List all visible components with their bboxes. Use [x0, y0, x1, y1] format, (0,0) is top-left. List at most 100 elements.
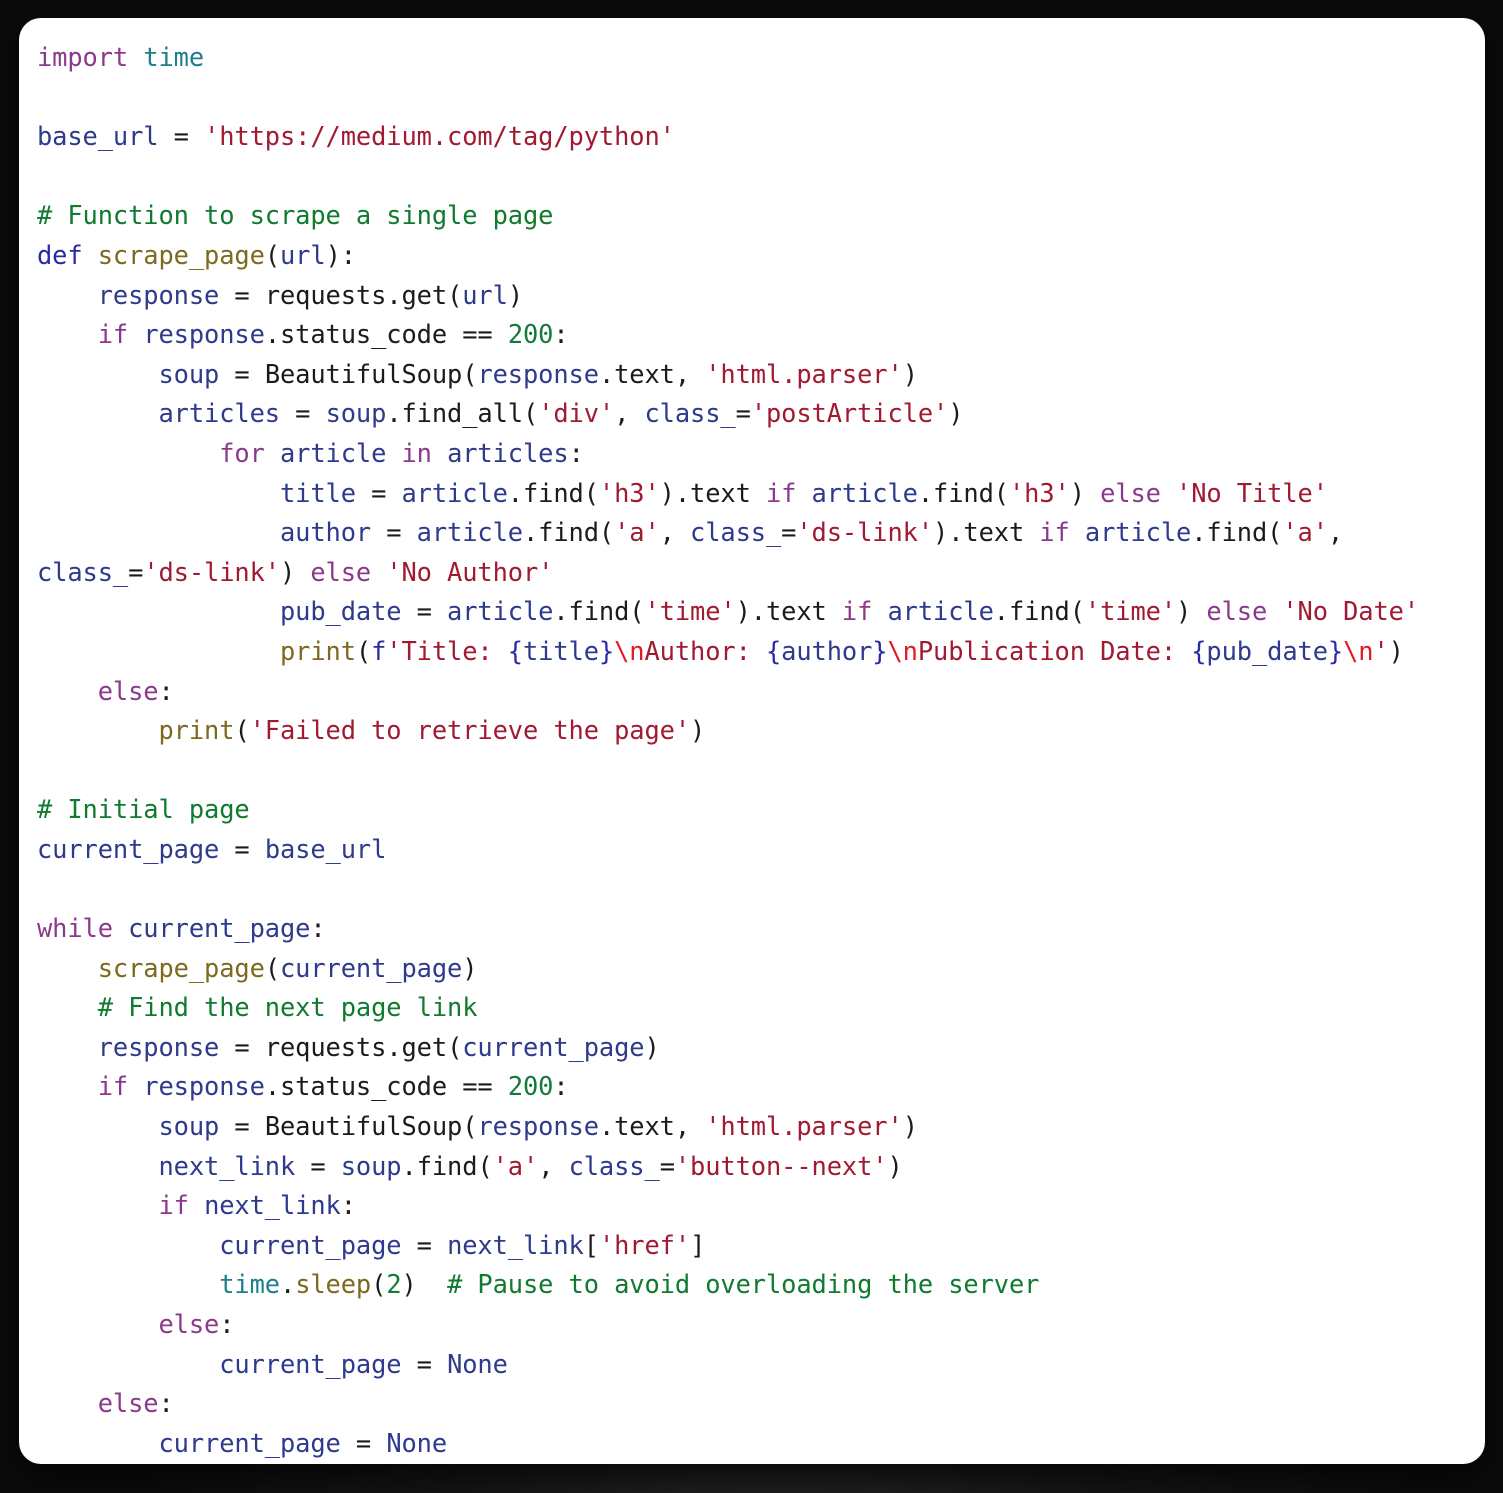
code-token: soup [340, 1150, 402, 1181]
code-token: = [781, 517, 797, 548]
code-token: else [97, 675, 159, 706]
code-token: = [355, 477, 402, 508]
code-token: ( [1267, 517, 1283, 548]
code-token: ( [264, 239, 280, 270]
code-token: = [219, 833, 265, 864]
code-token: ( [598, 517, 615, 548]
code-line: else: [37, 676, 174, 706]
code-token: = [340, 1427, 387, 1458]
code-token: 'ds-link' [143, 556, 280, 587]
code-token: BeautifulSoup [264, 1111, 463, 1142]
code-token: ( [629, 596, 645, 627]
code-token: if [841, 596, 873, 627]
code-token: { [765, 635, 782, 666]
code-token: ( [264, 952, 280, 983]
code-token: find_all [401, 398, 524, 429]
code-token: ( [447, 1031, 463, 1062]
code-line: current_page = base_url [37, 834, 386, 864]
code-token: ) [690, 715, 706, 746]
code-token: , [538, 1150, 569, 1181]
code-token: base_url [264, 833, 387, 864]
code-line: for article in articles: [37, 438, 584, 468]
code-token: ) [1069, 477, 1101, 508]
code-token: url [462, 279, 508, 310]
code-token: 'html.parser' [705, 358, 903, 389]
code-token: 'Title: [386, 635, 508, 666]
code-token: 'div' [538, 398, 615, 429]
code-token: , [674, 1111, 706, 1142]
code-line: soup = BeautifulSoup(response.text, 'htm… [37, 359, 918, 389]
code-token: = [219, 1031, 265, 1062]
code-line: current_page = next_link['href'] [37, 1230, 705, 1260]
code-token: response [97, 1031, 220, 1062]
code-token: else [158, 1309, 220, 1339]
code-token: requests [264, 1031, 387, 1062]
code-token: ) [948, 398, 964, 429]
code-token: . [507, 477, 523, 508]
code-token: current_page [219, 1229, 402, 1260]
code-token: 200 [507, 319, 554, 350]
code-token: . [264, 319, 280, 350]
code-token: response [477, 1111, 599, 1142]
code-token: # Find the next page link [97, 992, 478, 1023]
code-line: else: [37, 1309, 235, 1339]
code-token: requests [264, 279, 387, 310]
code-line: if response.status_code == 200: [37, 1071, 569, 1101]
code-token: find [933, 477, 994, 508]
code-token: status_code [280, 1071, 448, 1102]
code-token: = [401, 1348, 448, 1379]
code-token: text [690, 477, 751, 508]
code-token: 'time' [1084, 596, 1177, 627]
code-token: Publication Date: [917, 635, 1192, 666]
code-token: find [1008, 596, 1070, 627]
code-token: . [386, 398, 402, 429]
code-token: 'https://medium.com/tag/python' [204, 121, 675, 152]
code-token: article [447, 596, 554, 627]
code-token: 'ds-link' [796, 517, 934, 548]
code-token: = [401, 596, 448, 627]
code-line: base_url = 'https://medium.com/tag/pytho… [37, 121, 675, 151]
code-token: } [598, 635, 615, 666]
code-token: ) [1388, 635, 1404, 666]
code-line: articles = soup.find_all('div', class_='… [37, 398, 964, 429]
code-token: BeautifulSoup [264, 358, 463, 389]
code-token: { [507, 635, 523, 666]
code-token: if [97, 319, 129, 350]
code-token: soup [158, 1111, 220, 1142]
code-line: # Function to scrape a single page [37, 200, 553, 230]
code-token: = [735, 398, 751, 429]
code-token: 'time' [644, 596, 736, 627]
code-token: , [1327, 517, 1359, 548]
python-code-block[interactable]: import time base_url = 'https://medium.c… [19, 18, 1485, 1464]
code-token: else [310, 556, 372, 587]
code-token: \n [614, 635, 645, 666]
code-token: = [371, 517, 417, 548]
code-line: title = article.find('h3').text if artic… [37, 478, 1328, 508]
code-token: current_page [37, 833, 220, 864]
code-token: scrape_page [97, 239, 265, 270]
code-token: ). [933, 517, 964, 548]
code-token: == [447, 319, 508, 350]
code-token: . [386, 1031, 402, 1062]
code-token: . [386, 279, 402, 310]
code-token: : [553, 1071, 569, 1102]
code-token: . [553, 596, 569, 627]
code-token: ) [902, 1111, 918, 1142]
code-token: } [872, 635, 888, 666]
code-token: 2 [386, 1269, 402, 1300]
code-token: : [310, 913, 326, 944]
code-token: current_page [128, 913, 311, 944]
